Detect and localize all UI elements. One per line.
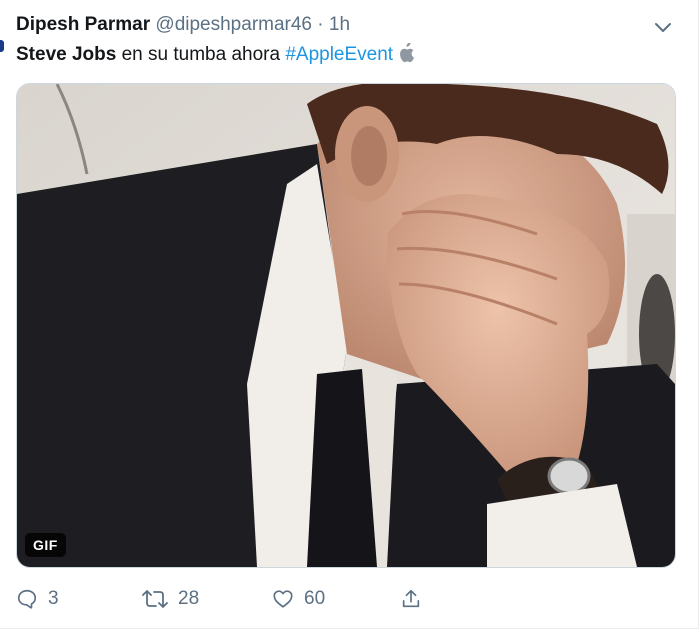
tweet-text: Steve Jobs en su tumba ahora #AppleEvent (16, 42, 415, 69)
like-icon (272, 588, 294, 610)
like-button[interactable]: 60 (272, 588, 325, 610)
tweet-header: Dipesh Parmar @dipeshparmar46 · 1h (16, 14, 350, 36)
author-name[interactable]: Dipesh Parmar (16, 14, 150, 35)
like-count: 60 (304, 588, 326, 609)
chevron-down-icon[interactable] (652, 16, 674, 38)
retweet-icon (142, 588, 168, 610)
retweet-count: 28 (178, 588, 200, 609)
tweet-time[interactable]: 1h (329, 14, 350, 35)
gif-badge: GIF (25, 533, 66, 557)
hashtag-link[interactable]: #AppleEvent (285, 44, 393, 65)
header-separator: · (317, 14, 324, 35)
tweet-text-body: en su tumba ahora (116, 44, 286, 65)
tweet-media-gif[interactable]: GIF (16, 83, 676, 568)
share-icon (400, 588, 422, 610)
reply-button[interactable]: 3 (16, 588, 59, 610)
avatar[interactable] (0, 40, 4, 52)
retweet-button[interactable]: 28 (142, 588, 199, 610)
gif-frame-image (17, 84, 675, 567)
reply-count: 3 (48, 588, 59, 609)
apple-logo-icon (397, 42, 415, 69)
share-button[interactable] (400, 588, 422, 610)
tweet-card[interactable]: Dipesh Parmar @dipeshparmar46 · 1h Steve… (0, 0, 699, 629)
reply-icon (16, 588, 38, 610)
author-handle[interactable]: @dipeshparmar46 (155, 14, 312, 35)
tweet-actions: 3 28 60 (0, 588, 700, 616)
tweet-text-bold: Steve Jobs (16, 44, 117, 65)
